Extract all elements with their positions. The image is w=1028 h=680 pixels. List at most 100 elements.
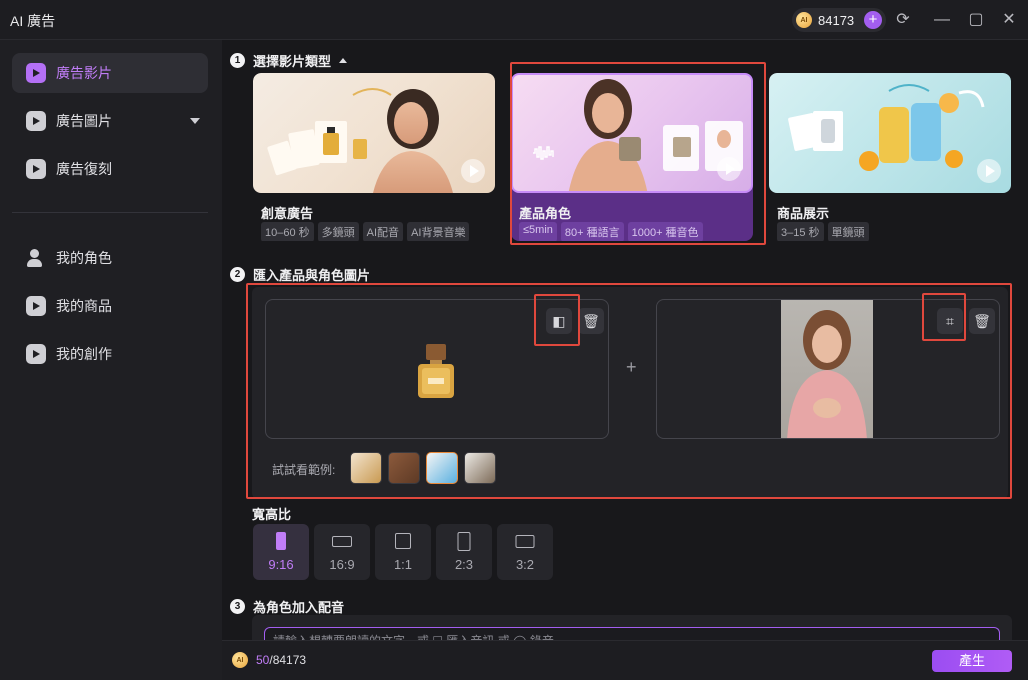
example-thumbnail[interactable] [464,452,496,484]
ratio-shape-icon [395,533,411,549]
ratio-option-1-1[interactable]: 1:1 [375,524,431,580]
play-icon[interactable] [717,157,741,181]
sidebar-item-my-products[interactable]: 我的商品 [12,286,208,326]
ratio-option-3-2[interactable]: 3:2 [497,524,553,580]
coin-icon: AI [232,652,248,668]
shopping-bag-icon [26,296,46,316]
sidebar-item-label: 廣告圖片 [56,113,112,129]
card-thumbnail [769,73,1011,193]
step-number: 3 [230,599,245,614]
ratio-shape-icon [515,535,535,548]
sidebar-item-my-creations[interactable]: 我的創作 [12,334,208,374]
crop-icon[interactable]: ⌗ [937,308,963,334]
minimize-icon[interactable]: — [932,10,952,30]
delete-icon[interactable]: 🗑 [969,308,995,334]
remove-background-icon[interactable]: ◧ [546,308,572,334]
step-3-title: 3 為角色加入配音 [230,597,344,616]
chevron-up-icon[interactable] [339,58,348,63]
sidebar-item-my-characters[interactable]: 我的角色 [12,238,208,278]
tag: 單鏡頭 [827,222,869,241]
product-image [418,344,454,398]
refresh-icon[interactable]: ⟳ [893,10,913,30]
main-panel: 1 選擇影片類型 創意廣告 10–60 秒 多鏡頭 AI配音 AI背景音樂 產品… [222,40,1028,649]
sidebar-item-label: 廣告復刻 [56,161,112,177]
step-1-label: 選擇影片類型 [253,54,332,69]
card-thumbnail [253,73,495,193]
replicate-icon [26,159,46,179]
step-2-title: 2 匯入產品與角色圖片 [230,265,370,284]
video-type-card-creative[interactable]: 創意廣告 10–60 秒 多鏡頭 AI配音 AI背景音樂 [253,73,495,241]
sidebar-item-label: 我的創作 [56,346,112,362]
step-number: 2 [230,267,245,282]
step-number: 1 [230,53,245,68]
step-2-label: 匯入產品與角色圖片 [253,268,371,283]
card-title: 商品展示 [777,206,830,221]
card-thumbnail [511,73,753,193]
ratio-text: 1:1 [393,557,413,572]
tag: 3–15 秒 [777,222,824,241]
sidebar-item-label: 廣告影片 [56,65,112,81]
sidebar-item-ad-video[interactable]: 廣告影片 [12,53,208,93]
folder-icon [26,344,46,364]
character-image [781,300,873,438]
sidebar: 廣告影片 廣告圖片 廣告復刻 我的角色 我的商品 我的創作 [0,40,222,680]
title-bar: AI 廣告 AI 84173 + ⟳ — ▢ ✕ [0,0,1028,40]
sidebar-item-label: 我的角色 [56,250,112,266]
examples-label: 試試看範例: [272,463,336,477]
play-icon[interactable] [977,159,1001,183]
tag: AI配音 [362,222,404,241]
credits-badge[interactable]: AI 84173 + [792,8,886,32]
ratio-shape-icon [457,532,471,551]
ratio-text: 9:16 [268,557,294,572]
ratio-shape-icon [276,532,286,550]
maximize-icon[interactable]: ▢ [966,10,986,30]
example-thumbnail[interactable] [388,452,420,484]
video-type-card-product-showcase[interactable]: 商品展示 3–15 秒 單鏡頭 [769,73,1011,241]
chevron-down-icon[interactable] [190,118,200,124]
character-image-box[interactable]: ⌗ 🗑 [656,299,1000,439]
add-credits-button[interactable]: + [864,11,882,29]
credits-used: 50 [256,653,270,667]
tag: 10–60 秒 [261,222,314,241]
generate-button[interactable]: 產生 [932,650,1012,672]
card-title: 創意廣告 [261,206,314,221]
tag: 1000+ 種音色 [627,222,703,241]
card-tags: ≤5min 80+ 種語言 1000+ 種音色 [519,222,703,241]
ratio-option-9-16[interactable]: 9:16 [253,524,309,580]
upload-panel: ◧ 🗑 + ⌗ 🗑 試試看範例: [252,287,1008,499]
sidebar-item-label: 我的商品 [56,298,112,314]
close-icon[interactable]: ✕ [999,10,1019,30]
credit-usage: AI 50 /84173 [232,652,306,668]
bottom-bar: AI 50 /84173 產生 [222,640,1028,680]
video-type-card-product-character[interactable]: 產品角色 ≤5min 80+ 種語言 1000+ 種音色 [511,73,753,241]
credits-value: 84173 [818,12,855,28]
step-1-title[interactable]: 1 選擇影片類型 [230,51,348,70]
plus-separator: + [626,357,637,377]
delete-icon[interactable]: 🗑 [578,308,604,334]
app-title: AI 廣告 [10,13,56,29]
play-icon[interactable] [461,159,485,183]
aspect-ratio-label: 寬高比 [252,507,292,522]
credits-total: /84173 [269,653,307,667]
tag: ≤5min [519,222,557,241]
ratio-shape-icon [332,536,352,547]
card-title: 產品角色 [519,206,572,221]
video-bag-icon [26,63,46,83]
tag: 80+ 種語言 [560,222,624,241]
tag: 多鏡頭 [317,222,359,241]
characters-icon [26,248,46,268]
ratio-text: 16:9 [329,557,355,572]
card-tags: 10–60 秒 多鏡頭 AI配音 AI背景音樂 [261,222,470,241]
coin-icon: AI [796,12,812,28]
ratio-text: 2:3 [454,557,474,572]
example-thumbnail[interactable] [426,452,458,484]
ratio-option-2-3[interactable]: 2:3 [436,524,492,580]
sidebar-item-ad-replicate[interactable]: 廣告復刻 [12,149,208,189]
sidebar-item-ad-image[interactable]: 廣告圖片 [12,101,208,141]
image-add-icon [26,111,46,131]
product-image-box[interactable]: ◧ 🗑 [265,299,609,439]
ratio-text: 3:2 [515,557,535,572]
example-thumbnail[interactable] [350,452,382,484]
step-3-label: 為角色加入配音 [253,600,345,615]
ratio-option-16-9[interactable]: 16:9 [314,524,370,580]
